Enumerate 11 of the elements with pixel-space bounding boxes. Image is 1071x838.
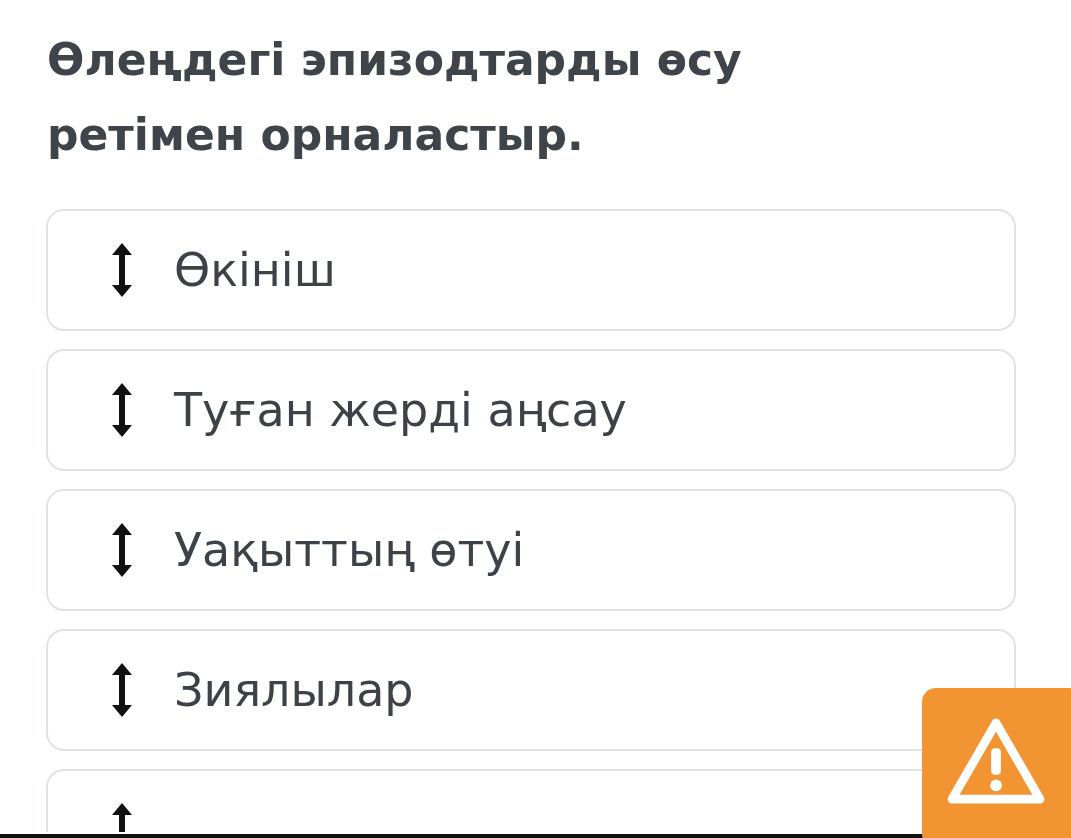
sortable-item[interactable]: Туған жерді аңсау bbox=[46, 349, 1016, 471]
vertical-arrow-icon bbox=[110, 383, 134, 437]
sortable-item[interactable]: Зиялылар bbox=[46, 629, 1016, 751]
vertical-arrow-icon bbox=[110, 243, 134, 297]
vertical-arrow-icon bbox=[110, 523, 134, 577]
warning-button[interactable] bbox=[922, 688, 1071, 838]
warning-icon bbox=[946, 717, 1046, 805]
sortable-item[interactable]: Өкініш bbox=[46, 209, 1016, 331]
question-title: Өлеңдегі эпизодтарды өсу ретімен орналастыр. bbox=[46, 33, 743, 162]
sortable-item[interactable]: Уақыттың өтуі bbox=[46, 489, 1016, 611]
vertical-arrow-icon bbox=[110, 663, 134, 717]
